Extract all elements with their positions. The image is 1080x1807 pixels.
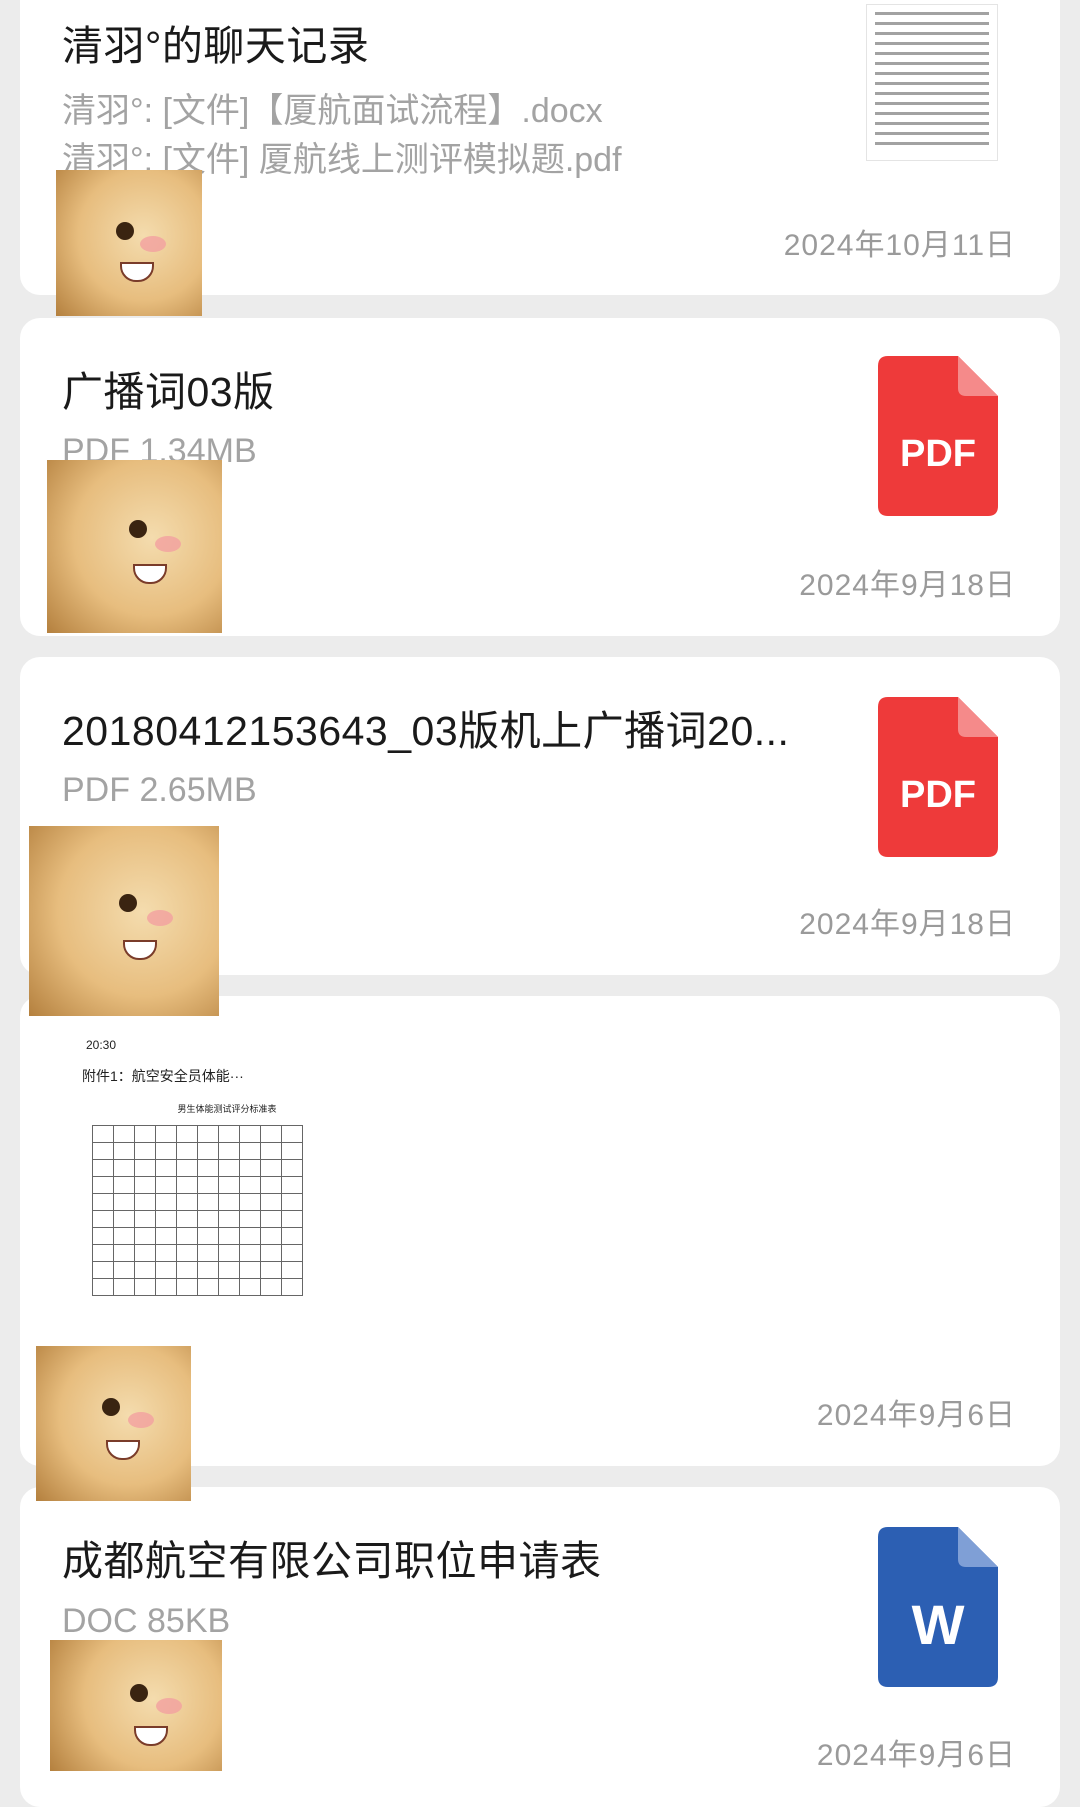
file-meta: PDF 2.65MB (62, 771, 257, 809)
word-label: W (911, 1593, 965, 1656)
doc-thumbnail-icon (866, 4, 998, 161)
pdf-file-icon: PDF (878, 697, 998, 857)
cat-sticker (36, 1346, 191, 1501)
cat-sticker (56, 170, 202, 316)
file-date: 2024年9月18日 (799, 908, 1016, 941)
file-date: 2024年9月18日 (799, 569, 1016, 602)
file-title: 成都航空有限公司职位申请表 (62, 1538, 602, 1584)
word-file-icon: W (878, 1527, 998, 1687)
file-title: 清羽°的聊天记录 (62, 23, 370, 69)
file-meta: DOC 85KB (62, 1602, 231, 1640)
score-table (92, 1125, 303, 1296)
cat-sticker (47, 460, 222, 633)
pdf-label: PDF (900, 433, 976, 475)
pdf-file-icon: PDF (878, 356, 998, 516)
cat-sticker (29, 826, 219, 1016)
file-date: 2024年10月11日 (783, 229, 1016, 262)
file-title: 20180412153643_03版机上广播词20... (62, 708, 790, 754)
chat-line-1: 清羽°: [文件]【厦航面试流程】.docx (62, 92, 603, 130)
status-time: 20:30 (86, 1038, 117, 1052)
pdf-label: PDF (900, 774, 976, 816)
cat-sticker (50, 1640, 222, 1771)
file-date: 2024年9月6日 (816, 1399, 1016, 1432)
screenshot-thumbnail: 20:30 附件1：航空安全员体能··· 男生体能测试评分标准表 (62, 1026, 392, 1346)
file-date: 2024年9月6日 (816, 1739, 1016, 1772)
table-title: 男生体能测试评分标准表 (177, 1104, 277, 1114)
nav-title: 附件1：航空安全员体能··· (82, 1068, 244, 1084)
file-title: 广播词03版 (62, 369, 275, 415)
